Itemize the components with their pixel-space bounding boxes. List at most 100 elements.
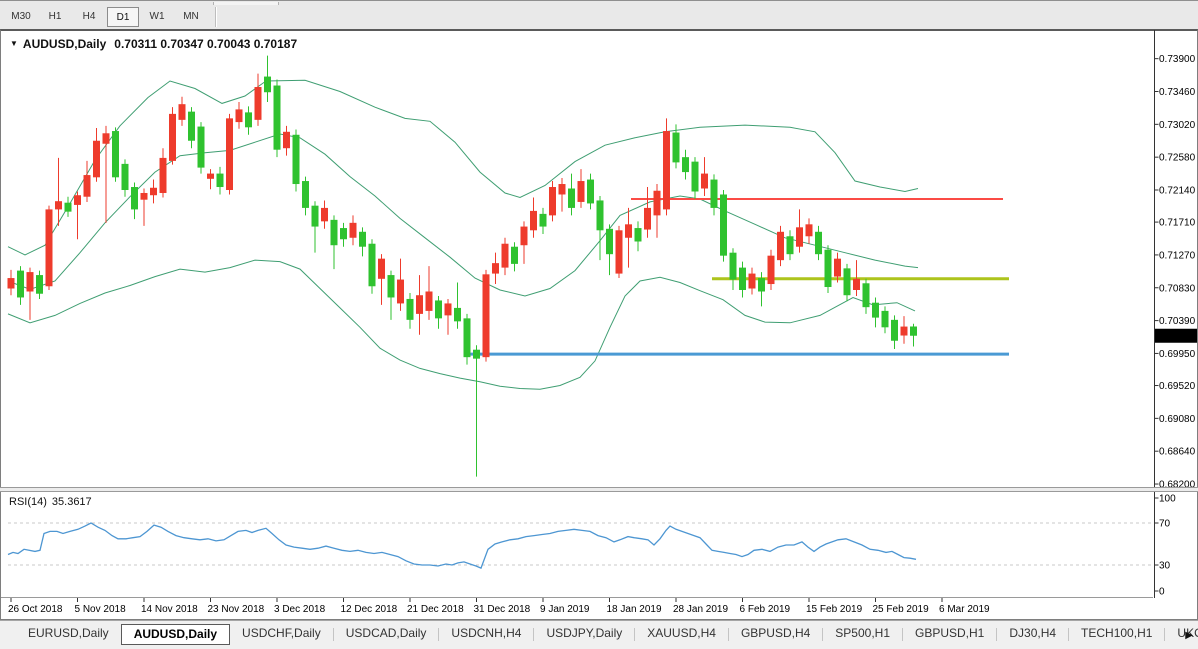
candle-body: [388, 275, 395, 297]
candle-body: [150, 188, 157, 195]
candle-body: [236, 109, 243, 122]
candle: [768, 250, 775, 290]
candle-body: [663, 131, 670, 209]
candle-body: [597, 200, 604, 230]
candle-body: [445, 303, 452, 315]
candle-body: [8, 278, 15, 288]
candle-body: [739, 268, 746, 290]
candle-body: [720, 194, 727, 255]
candle-body: [616, 230, 623, 273]
chart-canvas[interactable]: 0.739000.734600.730200.725800.721400.717…: [0, 0, 1198, 649]
rsi-tick-label: 0: [1159, 587, 1165, 598]
candle-body: [825, 250, 832, 287]
candle-body: [540, 214, 547, 227]
candle-body: [160, 158, 167, 193]
rsi-name: RSI(14): [9, 496, 47, 508]
candle-body: [711, 180, 718, 208]
candle-body: [682, 157, 689, 172]
candle: [369, 239, 376, 293]
chevron-down-icon: ▼: [10, 39, 18, 48]
candle-body: [179, 104, 186, 120]
candle-body: [654, 191, 661, 216]
candle-body: [625, 224, 632, 237]
candle-body: [815, 232, 822, 254]
candle-body: [17, 271, 24, 298]
chart-symbol-label: AUDUSD,Daily: [23, 37, 106, 51]
candle-body: [207, 174, 214, 179]
price-tick-label: 0.69950: [1159, 349, 1196, 360]
date-tick-label: 25 Feb 2019: [873, 604, 930, 615]
candle: [226, 114, 233, 195]
candle-body: [777, 232, 784, 260]
candle-body: [901, 327, 908, 336]
candle-body: [891, 320, 898, 341]
candle-body: [530, 211, 537, 230]
candle-body: [758, 278, 765, 291]
price-tick-label: 0.73020: [1159, 120, 1196, 131]
price-tick-label: 0.70390: [1159, 316, 1196, 327]
candle-body: [65, 203, 72, 212]
price-tick-label: 0.71270: [1159, 250, 1196, 261]
candle-body: [122, 164, 129, 190]
candle-body: [492, 263, 499, 273]
candle: [46, 206, 53, 290]
candle-body: [464, 318, 471, 357]
candle-body: [255, 87, 262, 120]
price-tick-label: 0.72580: [1159, 153, 1196, 164]
candle-body: [435, 300, 442, 318]
candle-body: [84, 175, 91, 197]
candle-body: [27, 272, 34, 291]
date-tick-label: 5 Nov 2018: [75, 604, 127, 615]
candle: [825, 245, 832, 293]
candle-body: [872, 303, 879, 318]
candle-body: [673, 133, 680, 163]
candle: [464, 314, 471, 365]
candle-body: [844, 268, 851, 295]
candle-body: [483, 274, 490, 357]
price-tick-label: 0.73900: [1159, 54, 1196, 65]
date-tick-label: 26 Oct 2018: [8, 604, 63, 615]
date-tick-label: 12 Dec 2018: [341, 604, 398, 615]
candle-body: [141, 193, 148, 200]
candle-body: [340, 228, 347, 239]
candle-body: [283, 132, 290, 148]
chart-plot-area[interactable]: [1, 30, 1153, 487]
candle-body: [131, 187, 138, 209]
candle-body: [549, 187, 556, 215]
candle-body: [511, 247, 518, 264]
mt4-terminal-window: M30H1H4D1W1MN 0.739000.734600.730200.725…: [0, 0, 1198, 649]
candle-body: [910, 326, 917, 335]
candle: [616, 226, 623, 278]
candle-body: [587, 180, 594, 204]
candle-body: [103, 133, 110, 143]
price-tick-label: 0.69080: [1159, 414, 1196, 425]
candle-body: [55, 201, 62, 209]
candle-body: [568, 189, 575, 208]
candle-body: [378, 259, 385, 279]
candle-body: [834, 259, 841, 277]
current-price-badge-value: 0.70187: [1159, 331, 1196, 342]
date-tick-label: 28 Jan 2019: [673, 604, 728, 615]
candle-body: [245, 112, 252, 127]
pane-splitter[interactable]: [0, 487, 1198, 492]
candle: [483, 270, 490, 362]
price-axis[interactable]: [1155, 30, 1197, 598]
candle-body: [730, 253, 737, 280]
candle-body: [853, 279, 860, 290]
price-tick-label: 0.72140: [1159, 186, 1196, 197]
candle: [293, 130, 300, 192]
candle-body: [397, 280, 404, 304]
candle-body: [692, 162, 699, 192]
candle-body: [198, 127, 205, 168]
price-tick-label: 0.73460: [1159, 87, 1196, 98]
date-tick-label: 21 Dec 2018: [407, 604, 464, 615]
candle-body: [768, 256, 775, 284]
candle-body: [359, 232, 366, 247]
candle-body: [749, 274, 756, 289]
candle-body: [863, 283, 870, 307]
candle-body: [112, 131, 119, 177]
rsi-line: [8, 523, 916, 568]
price-tick-label: 0.70830: [1159, 283, 1196, 294]
date-tick-label: 9 Jan 2019: [540, 604, 590, 615]
candle: [549, 181, 556, 221]
